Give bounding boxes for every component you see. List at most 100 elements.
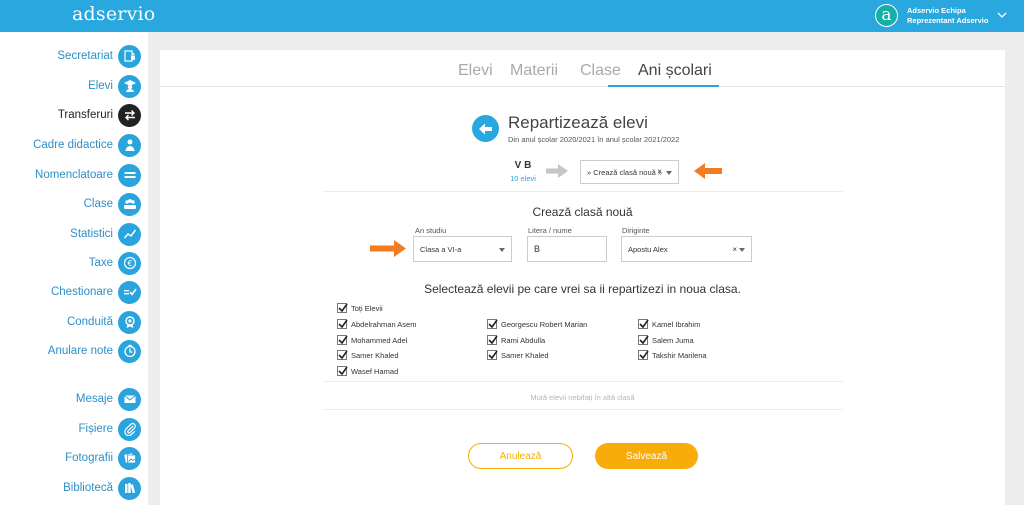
sidebar-item-nomenclatoare[interactable]: Nomenclatoare — [35, 162, 141, 188]
class-group-icon — [118, 192, 141, 216]
survey-check-icon — [118, 280, 141, 304]
sidebar-item-statistici[interactable]: Statistici — [70, 221, 141, 247]
student-checkbox[interactable]: Samer Khaled — [337, 350, 399, 360]
sidebar-item-label: Chestionare — [50, 286, 113, 298]
teacher-icon — [118, 133, 141, 157]
checkbox-checked[interactable] — [337, 335, 348, 345]
checkbox-checked[interactable] — [638, 319, 649, 329]
caret-down-icon — [666, 171, 672, 175]
sidebar-item-secretariat[interactable]: Secretariat — [57, 43, 141, 69]
sidebar-item-label: Mesaje — [75, 393, 113, 405]
conduct-medal-icon — [118, 310, 141, 334]
page-title: Repartizează elevi — [508, 113, 648, 132]
lock-document-icon — [118, 44, 141, 68]
student-checkbox[interactable]: Kamel Ibrahim — [638, 319, 700, 329]
source-class-count[interactable]: 10 elevi — [505, 174, 541, 183]
sidebar-item-mesaje[interactable]: Mesaje — [76, 386, 141, 412]
student-checkbox[interactable]: Georgescu Robert Marian — [487, 319, 587, 329]
sidebar-item-conduita[interactable]: Conduită — [67, 309, 141, 335]
chevron-down-icon[interactable] — [996, 9, 1008, 21]
euro-icon: € — [118, 251, 141, 275]
target-class-select[interactable]: » Crează clasă nouă » × — [580, 160, 679, 184]
user-avatar[interactable]: a — [875, 4, 898, 27]
clear-icon[interactable]: × — [657, 167, 662, 176]
tab-elevi[interactable]: Elevi — [458, 62, 493, 80]
source-class: V B 10 elevi — [505, 160, 541, 183]
new-class-title: Crează clasă nouă — [532, 205, 633, 219]
sidebar-item-label: Secretariat — [57, 50, 113, 62]
student-icon — [118, 74, 141, 98]
sidebar-item-label: Fișiere — [78, 423, 113, 435]
student-name: Georgescu Robert Marian — [501, 319, 588, 329]
user-info[interactable]: Adservio Echipa Reprezentant Adservio — [907, 6, 988, 26]
student-name: Abdelrahman Asem — [351, 319, 417, 329]
tab-ani-scolari[interactable]: Ani școlari — [638, 62, 712, 80]
tab-materii[interactable]: Materii — [510, 62, 558, 80]
checkbox-checked[interactable] — [487, 335, 498, 345]
checkbox-checked[interactable] — [638, 335, 649, 345]
back-button[interactable] — [472, 115, 499, 142]
checkbox-checked[interactable] — [487, 350, 498, 360]
students-section-title: Selectează elevii pe care vrei sa ii rep… — [424, 282, 741, 296]
checkbox-label: Toți Elevii — [351, 303, 383, 313]
paperclip-icon — [118, 417, 141, 441]
student-checkbox[interactable]: Wasef Hamad — [337, 366, 398, 376]
litera-input[interactable]: B — [527, 236, 607, 262]
student-name: Takshir Marilena — [652, 350, 707, 360]
user-role: Reprezentant Adservio — [907, 16, 989, 25]
sidebar-item-biblioteca[interactable]: Bibliotecă — [63, 475, 141, 501]
sidebar-item-label: Fotografii — [65, 452, 113, 464]
student-checkbox[interactable]: Mohammed Adel — [337, 335, 407, 345]
student-checkbox[interactable]: Samer Khaled — [487, 350, 549, 360]
checkbox-checked[interactable] — [337, 350, 348, 360]
statistics-chart-icon — [118, 222, 141, 246]
student-checkbox[interactable]: Abdelrahman Asem — [337, 319, 416, 329]
divider — [323, 191, 843, 192]
sidebar-item-transferuri[interactable]: Transferuri — [58, 102, 141, 128]
sidebar-item-cadre-didactice[interactable]: Cadre didactice — [33, 132, 141, 158]
sidebar-item-fisiere[interactable]: Fișiere — [78, 416, 141, 442]
cancel-grade-icon — [118, 339, 141, 363]
sidebar-item-label: Elevi — [88, 80, 113, 92]
sidebar-item-label: Transferuri — [57, 109, 113, 121]
sidebar-item-chestionare[interactable]: Chestionare — [51, 279, 141, 305]
save-button[interactable]: Salvează — [595, 443, 698, 469]
sidebar-item-elevi[interactable]: Elevi — [88, 73, 141, 99]
an-studiu-select[interactable]: Clasa a VI-a — [413, 236, 512, 262]
page-subtitle: Din anul școlar 2020/2021 în anul școlar… — [508, 135, 680, 144]
select-all-checkbox[interactable]: Toți Elevii — [337, 303, 383, 313]
transfer-arrows-icon — [118, 103, 141, 127]
clear-icon[interactable]: × — [732, 245, 737, 254]
app-logo[interactable]: adservio — [72, 3, 155, 25]
student-checkbox[interactable]: Takshir Marilena — [638, 350, 707, 360]
checkbox-checked[interactable] — [337, 366, 348, 376]
orange-arrow-right-icon — [370, 240, 406, 257]
sidebar-item-label: Taxe — [88, 257, 113, 269]
move-unchecked-link[interactable]: Mută elevii nebifați în altă clasă — [160, 393, 1005, 402]
checkbox-checked[interactable] — [487, 319, 498, 329]
svg-text:€: € — [127, 259, 132, 268]
checkbox-checked[interactable] — [337, 319, 348, 329]
sidebar-item-label: Clase — [83, 198, 113, 210]
student-name: Rami Abdulla — [501, 335, 546, 345]
diriginte-label: Diriginte — [622, 226, 650, 235]
an-studiu-value: Clasa a VI-a — [420, 244, 462, 254]
cancel-button[interactable]: Anulează — [468, 443, 573, 469]
sidebar-item-fotografii[interactable]: Fotografii — [65, 445, 141, 471]
sidebar-item-anulare-note[interactable]: Anulare note — [48, 338, 141, 364]
checkbox-checked[interactable] — [337, 303, 348, 313]
sidebar-item-clase[interactable]: Clase — [84, 191, 141, 217]
student-name: Wasef Hamad — [351, 366, 399, 376]
sidebar-item-label: Cadre didactice — [33, 139, 113, 151]
orange-arrow-left-icon — [694, 163, 722, 179]
diriginte-select[interactable]: Apostu Alex × — [621, 236, 752, 262]
student-checkbox[interactable]: Rami Abdulla — [487, 335, 545, 345]
sidebar-item-taxe[interactable]: Taxe € — [89, 250, 141, 276]
list-bars-icon — [118, 163, 141, 187]
student-checkbox[interactable]: Salem Juma — [638, 335, 694, 345]
checkbox-checked[interactable] — [638, 350, 649, 360]
student-name: Samer Khaled — [501, 350, 549, 360]
tab-clase[interactable]: Clase — [580, 62, 621, 80]
active-tab-underline — [608, 85, 719, 87]
library-books-icon — [118, 476, 141, 500]
